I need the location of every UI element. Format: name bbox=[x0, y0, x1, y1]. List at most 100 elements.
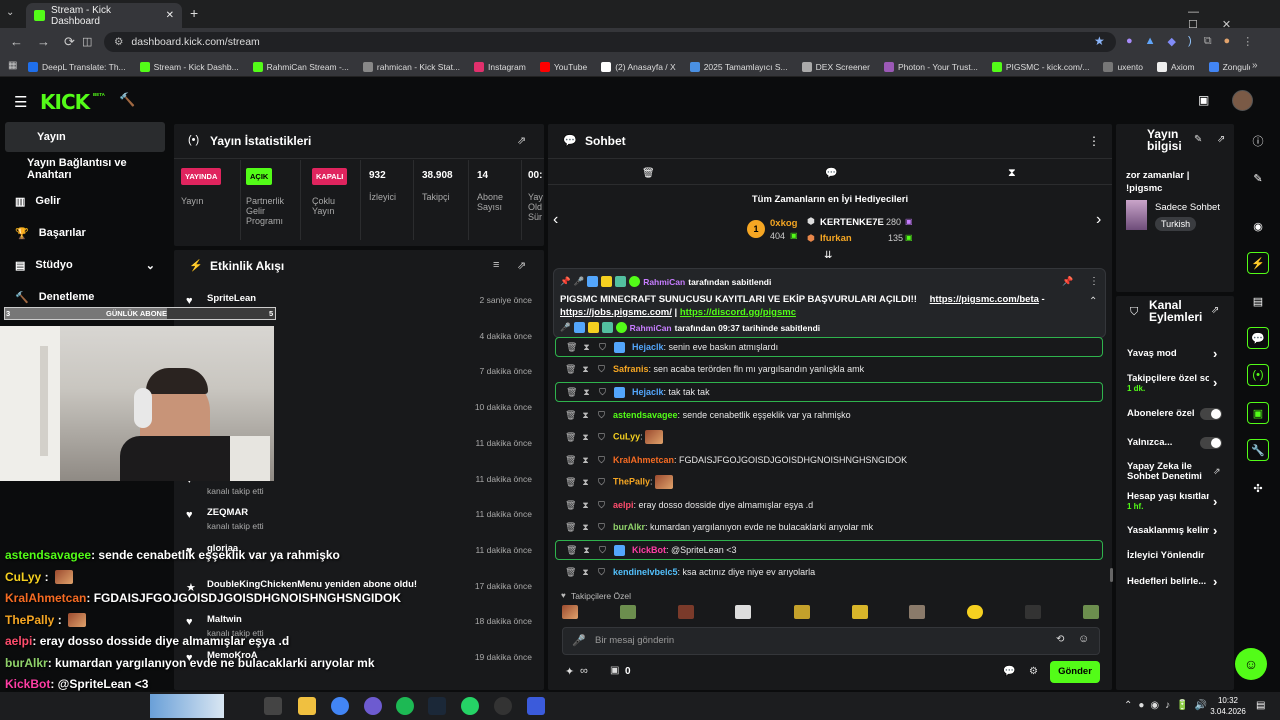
timeout-icon[interactable]: ⧗ bbox=[581, 364, 590, 375]
chevron-right-icon[interactable]: › bbox=[1213, 346, 1217, 361]
extension-icon[interactable]: ▲ bbox=[1145, 35, 1156, 48]
ban-icon[interactable]: ⛉ bbox=[597, 364, 606, 375]
banned-words-item[interactable]: Yasaklanmış kelimeler bbox=[1127, 525, 1209, 536]
delete-icon[interactable]: 🗑 bbox=[565, 455, 576, 466]
chat-icon[interactable]: 💬 bbox=[1247, 327, 1269, 349]
filter-icon[interactable]: ≡ bbox=[493, 259, 499, 271]
gifters-prev-icon[interactable]: ‹ bbox=[553, 211, 558, 229]
gifter-1-name[interactable]: 0xkog bbox=[770, 218, 797, 229]
delete-icon[interactable]: 🗑 bbox=[566, 342, 577, 353]
timeout-icon[interactable]: ⧗ bbox=[582, 545, 591, 556]
raid-item[interactable]: İzleyici Yönlendir bbox=[1127, 550, 1227, 561]
layout-icon[interactable]: ▣ bbox=[1247, 402, 1269, 424]
spark-icon[interactable]: ✦ bbox=[565, 665, 574, 678]
app-icon[interactable] bbox=[527, 697, 545, 715]
nav-buttons[interactable]: ←→⟳ bbox=[10, 34, 89, 50]
chrome-icon[interactable] bbox=[331, 697, 349, 715]
gifter-3-name[interactable]: Ifurkan bbox=[820, 233, 852, 244]
timeout-icon[interactable]: ⧗ bbox=[581, 477, 590, 488]
delete-icon[interactable]: 🗑 bbox=[565, 522, 576, 533]
unpin-icon[interactable]: 📌 bbox=[1062, 276, 1073, 287]
nav-item-stream-key[interactable]: Yayın Bağlantısı ve Anahtarı bbox=[5, 154, 165, 184]
mic-icon[interactable]: 🎤 bbox=[572, 634, 586, 647]
chevron-right-icon[interactable]: › bbox=[1213, 375, 1217, 390]
tab-search-icon[interactable]: ⌄ bbox=[6, 7, 14, 18]
chat-message[interactable]: 🗑 ⧗ ⛉ aelpi: eray dosso dosside diye almamı… bbox=[555, 495, 1103, 515]
nav-item-gelir[interactable]: ▥ Gelir bbox=[5, 186, 165, 216]
tools-icon[interactable]: 🔨 bbox=[119, 92, 135, 108]
nav-item-yayin[interactable]: Yayın bbox=[5, 122, 165, 152]
more-bookmarks-icon[interactable]: » bbox=[1252, 60, 1258, 71]
timeout-icon[interactable]: ⧗ bbox=[581, 522, 590, 533]
bookmark-item[interactable]: Axiom bbox=[1156, 61, 1195, 72]
support-chat-icon[interactable]: ☺ bbox=[1235, 648, 1267, 680]
ban-icon[interactable]: ⛉ bbox=[597, 410, 606, 421]
nav-item-studyo[interactable]: ▤ Stüdyo ⌄ bbox=[5, 250, 165, 280]
timeout-icon[interactable]: ⧗ bbox=[581, 567, 590, 578]
chat-username[interactable]: KickBot bbox=[632, 545, 666, 555]
hourglass-icon[interactable]: ⧗ bbox=[1008, 167, 1016, 180]
delete-icon[interactable]: 🗑 bbox=[565, 410, 576, 421]
account-age-item[interactable]: Hesap yaşı kısıtlaması bbox=[1127, 491, 1209, 502]
system-tray-icons[interactable]: ⌃●◉♪🔋🔊 bbox=[1124, 700, 1213, 711]
goals-item[interactable]: Hedefleri belirle... bbox=[1127, 576, 1209, 587]
activity-item[interactable]: ♥ ZEQMAR kanalı takip etti 11 dakika önce bbox=[174, 507, 544, 543]
camera-icon[interactable]: ◉ bbox=[1247, 215, 1269, 237]
delete-icon[interactable]: 🗑 bbox=[565, 567, 576, 578]
site-info-icon[interactable]: ⚙ bbox=[114, 36, 123, 48]
chat-message[interactable]: 🗑 ⧗ ⛉ Hejaclk: tak tak tak bbox=[555, 382, 1103, 402]
chat-username[interactable]: ThePally bbox=[613, 476, 650, 486]
delete-icon[interactable]: 🗑 bbox=[565, 500, 576, 511]
edit-pencil-icon[interactable]: ✎ bbox=[1247, 167, 1269, 189]
chat-username[interactable]: Safranis bbox=[613, 364, 649, 374]
emote[interactable] bbox=[1083, 605, 1099, 619]
footer-user[interactable]: RahmiCan bbox=[630, 323, 672, 333]
send-button[interactable]: Gönder bbox=[1050, 661, 1100, 683]
trash-icon[interactable]: 🗑 bbox=[642, 168, 655, 179]
chat-scrollbar[interactable] bbox=[1110, 568, 1113, 582]
user-avatar[interactable] bbox=[1232, 90, 1253, 111]
chat-username[interactable]: KralAhmetcan bbox=[613, 455, 674, 465]
app-icon[interactable] bbox=[364, 697, 382, 715]
gifters-next-icon[interactable]: › bbox=[1096, 211, 1101, 229]
followers-only-item[interactable]: Takipçilere özel sohbet bbox=[1127, 373, 1209, 384]
link-2[interactable]: https://jobs.pigsmc.com/ bbox=[560, 307, 672, 318]
obs-icon[interactable] bbox=[494, 697, 512, 715]
file-explorer-icon[interactable] bbox=[298, 697, 316, 715]
popout-icon[interactable]: ⇗ bbox=[1217, 134, 1225, 145]
bookmark-item[interactable]: DEX Screener bbox=[801, 61, 870, 72]
emote[interactable] bbox=[794, 605, 810, 619]
bookmark-item[interactable]: Photon - Your Trust... bbox=[883, 61, 978, 72]
profile-avatar-icon[interactable]: ● bbox=[1224, 35, 1231, 48]
close-tab-icon[interactable]: ✕ bbox=[166, 10, 174, 21]
edit-pencil-icon[interactable]: ✎ bbox=[1194, 134, 1202, 145]
slow-mode-item[interactable]: Yavaş mod bbox=[1127, 348, 1227, 359]
bookmark-item[interactable]: Zonguldak İngilizce... bbox=[1208, 61, 1250, 72]
url-bar[interactable]: ⚙ dashboard.kick.com/stream bbox=[104, 32, 1116, 52]
bookmark-item[interactable]: (2) Anasayfa / X bbox=[601, 61, 676, 72]
timeout-icon[interactable]: ⧗ bbox=[581, 432, 590, 443]
hamburger-menu-icon[interactable]: ☰ bbox=[14, 93, 27, 111]
extension-icon[interactable]: ) bbox=[1188, 35, 1192, 48]
chat-icon[interactable]: 💬 bbox=[825, 168, 837, 179]
new-tab-icon[interactable]: + bbox=[190, 5, 198, 21]
emote[interactable] bbox=[967, 605, 983, 619]
ban-icon[interactable]: ⛉ bbox=[597, 522, 606, 533]
pinned-menu-icon[interactable]: ⋮ bbox=[1089, 276, 1099, 287]
chrome-menu-icon[interactable]: ⋮ bbox=[1242, 35, 1253, 48]
ban-icon[interactable]: ⛉ bbox=[598, 342, 607, 353]
pinned-by-user[interactable]: RahmiCan bbox=[643, 277, 685, 287]
emoji-icon[interactable]: ☺ bbox=[1078, 633, 1089, 645]
browser-tab[interactable]: Stream - Kick Dashboard ✕ bbox=[26, 3, 182, 28]
chevron-right-icon[interactable]: › bbox=[1213, 574, 1217, 589]
more-icon[interactable]: ✣ bbox=[1247, 477, 1269, 499]
side-panel-icon[interactable]: ◫ bbox=[82, 35, 92, 48]
broadcast-icon[interactable]: (•) bbox=[1247, 364, 1269, 386]
emote[interactable] bbox=[562, 605, 578, 619]
bookmark-item[interactable]: rahmican - Kick Stat... bbox=[362, 61, 460, 72]
chat-username[interactable]: aelpi bbox=[613, 500, 634, 510]
bookmark-item[interactable]: 2025 Tamamlayıcı S... bbox=[689, 61, 788, 72]
emotes-only-toggle[interactable] bbox=[1200, 437, 1222, 449]
chat-message[interactable]: 🗑 ⧗ ⛉ ThePally: bbox=[555, 472, 1103, 492]
taskbar-app-icon[interactable] bbox=[264, 697, 282, 715]
